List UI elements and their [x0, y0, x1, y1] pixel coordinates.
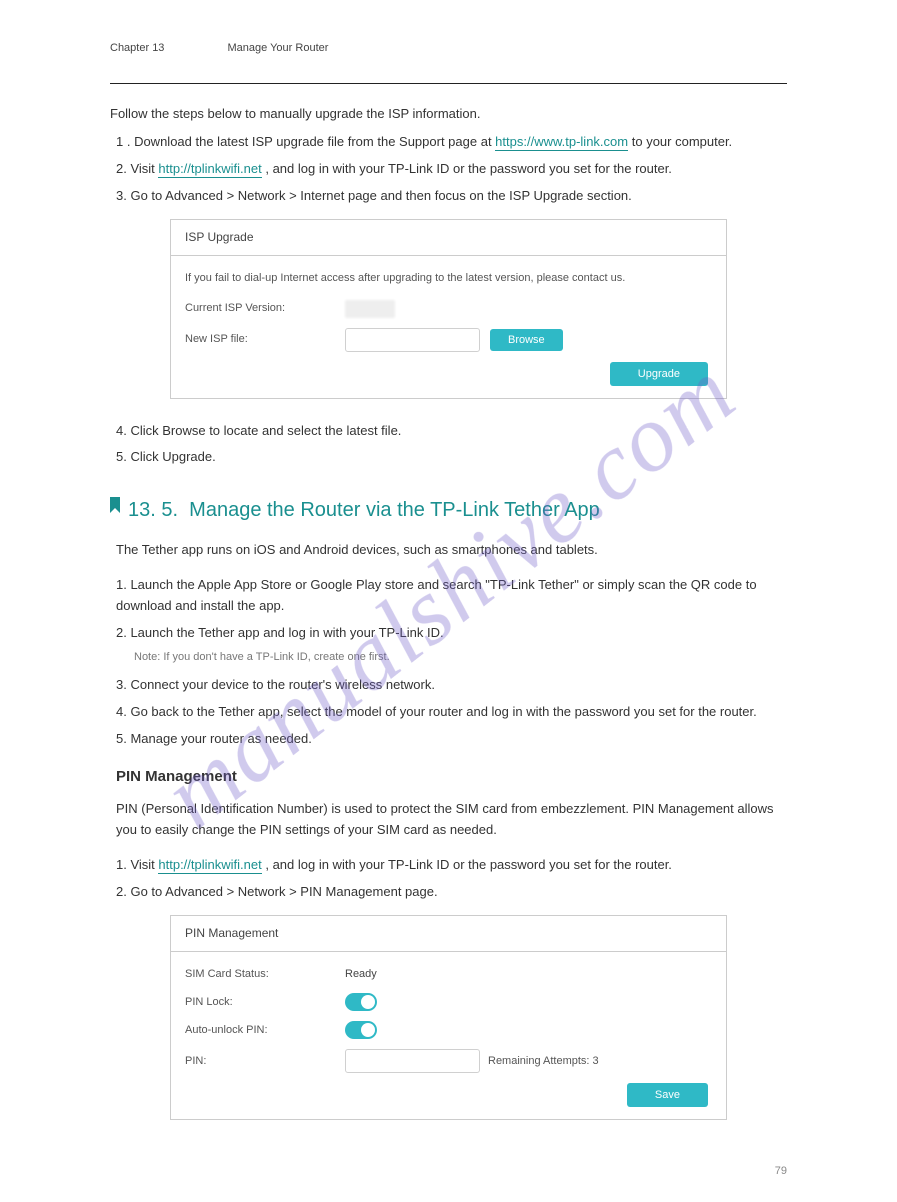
upgrade-button[interactable]: Upgrade — [610, 362, 708, 386]
pin-lock-label: PIN Lock: — [185, 994, 345, 1012]
tether-step-4: 4. Go back to the Tether app, select the… — [116, 702, 787, 723]
new-isp-file-input[interactable] — [345, 328, 480, 352]
step-text-suffix: , and log in with your TP-Link ID or the… — [265, 857, 672, 872]
isp-step-4: 4. Click Browse to locate and select the… — [116, 421, 787, 442]
isp-step-5: 5. Click Upgrade. — [116, 447, 787, 468]
tether-step-2: 2. Launch the Tether app and log in with… — [116, 623, 787, 644]
isp-step-3: 3. Go to Advanced > Network > Internet p… — [116, 186, 787, 207]
remaining-attempts: Remaining Attempts: 3 — [488, 1053, 599, 1071]
step-text-suffix: , and log in with your TP-Link ID or the… — [265, 161, 672, 176]
pin-label: PIN: — [185, 1053, 345, 1071]
section-number: 13. 5. — [128, 499, 178, 521]
section-title: Manage the Router via the TP-Link Tether… — [189, 499, 600, 521]
tplinkwifi-link[interactable]: http://tplinkwifi.net — [158, 161, 261, 178]
pin-lock-toggle[interactable] — [345, 993, 377, 1011]
step-text: 1. Visit — [116, 857, 158, 872]
page-number: 79 — [775, 1163, 787, 1181]
auto-unlock-pin-label: Auto-unlock PIN: — [185, 1022, 345, 1040]
tplinkwifi-link-2[interactable]: http://tplinkwifi.net — [158, 857, 261, 874]
pin-step-2: 2. Go to Advanced > Network > PIN Manage… — [116, 882, 787, 903]
isp-step-1: 1 . Download the latest ISP upgrade file… — [116, 132, 787, 153]
pin-management-lead: PIN (Personal Identification Number) is … — [116, 799, 787, 841]
browse-button[interactable]: Browse — [490, 329, 563, 351]
sim-card-status-value: Ready — [345, 966, 377, 984]
tether-step-5: 5. Manage your router as needed. — [116, 729, 787, 750]
current-isp-version-label: Current ISP Version: — [185, 300, 345, 318]
tether-note: Note: If you don't have a TP-Link ID, cr… — [134, 649, 787, 667]
pin-panel-title: PIN Management — [171, 916, 726, 952]
tether-step-3: 3. Connect your device to the router's w… — [116, 675, 787, 696]
isp-upgrade-panel: ISP Upgrade If you fail to dial-up Inter… — [170, 219, 727, 399]
header-rule — [110, 83, 787, 84]
step-text: 1 . Download the latest ISP upgrade file… — [116, 134, 495, 149]
sim-card-status-label: SIM Card Status: — [185, 966, 345, 984]
bookmark-icon — [110, 497, 120, 513]
tether-step-1: 1. Launch the Apple App Store or Google … — [116, 575, 787, 617]
current-isp-version-value — [345, 300, 395, 318]
new-isp-file-label: New ISP file: — [185, 331, 345, 349]
tether-intro: The Tether app runs on iOS and Android d… — [116, 540, 787, 561]
step-text-suffix: to your computer. — [632, 134, 732, 149]
chapter-header: Chapter 13 Manage Your Router — [110, 40, 787, 58]
section-heading: 13. 5. Manage the Router via the TP-Link… — [128, 494, 600, 526]
pin-management-panel: PIN Management SIM Card Status: Ready PI… — [170, 915, 727, 1121]
save-button[interactable]: Save — [627, 1083, 708, 1107]
tplink-support-link[interactable]: https://www.tp-link.com — [495, 134, 628, 151]
auto-unlock-pin-toggle[interactable] — [345, 1021, 377, 1039]
isp-upgrade-lead: Follow the steps below to manually upgra… — [110, 104, 787, 125]
chapter-title: Manage Your Router — [228, 42, 329, 54]
pin-input[interactable] — [345, 1049, 480, 1073]
isp-step-2: 2. Visit http://tplinkwifi.net , and log… — [116, 159, 787, 180]
pin-step-1: 1. Visit http://tplinkwifi.net , and log… — [116, 855, 787, 876]
chapter-number: Chapter 13 — [110, 42, 164, 54]
pin-management-subhead: PIN Management — [116, 765, 787, 789]
step-text: 2. Visit — [116, 161, 158, 176]
isp-upgrade-note: If you fail to dial-up Internet access a… — [185, 270, 625, 288]
isp-upgrade-panel-title: ISP Upgrade — [171, 220, 726, 256]
